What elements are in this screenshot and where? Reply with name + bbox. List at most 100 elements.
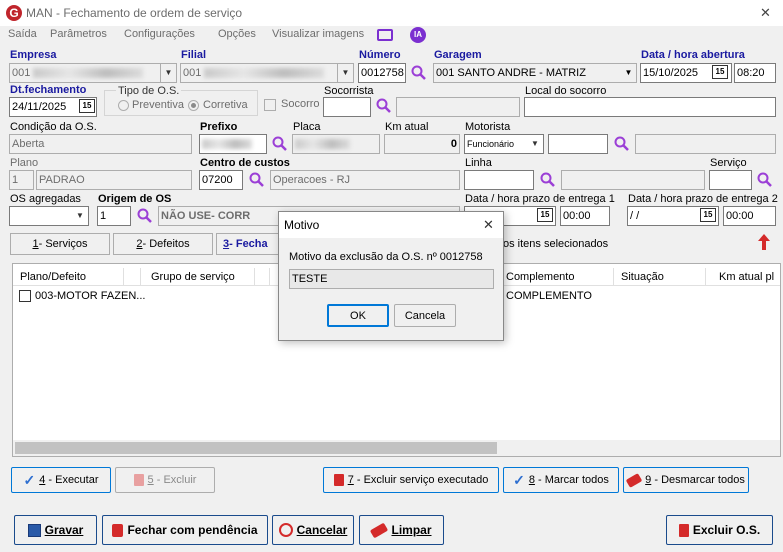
search-icon[interactable] — [614, 136, 630, 152]
col-km-atual[interactable]: Km atual pl — [719, 271, 774, 283]
local-socorro-input[interactable] — [524, 97, 776, 117]
km-input: 0 — [384, 134, 460, 154]
km-label: Km atual — [385, 121, 429, 133]
marcar-todos-button[interactable]: ✓ 8 - Marcar todos — [503, 467, 619, 493]
search-icon[interactable] — [757, 172, 773, 188]
radio-corretiva[interactable] — [188, 100, 199, 111]
chevron-down-icon[interactable]: ▼ — [72, 207, 88, 225]
condicao-label: Condição da O.S. — [10, 121, 97, 133]
calendar-icon[interactable]: 15 — [79, 99, 95, 113]
search-icon[interactable] — [411, 65, 427, 81]
menu-parametros[interactable]: Parâmetros — [50, 28, 107, 40]
socorro-checkbox[interactable] — [264, 99, 276, 111]
col-divider — [705, 268, 706, 286]
origem-os-label: Origem de OS — [98, 193, 172, 205]
dialog-prompt: Motivo da exclusão da O.S. nº 0012758 — [289, 251, 483, 263]
linha-input[interactable] — [464, 170, 534, 190]
horizontal-scrollbar[interactable] — [13, 440, 780, 456]
motivo-input[interactable]: TESTE — [289, 269, 494, 289]
centro-custos-label: Centro de custos — [200, 157, 290, 169]
socorrista-input[interactable] — [323, 97, 371, 117]
chevron-down-icon[interactable]: ▼ — [337, 64, 353, 82]
motorista-combo[interactable]: Funcionário ▼ — [464, 134, 544, 154]
search-icon[interactable] — [540, 172, 556, 188]
check-icon: ✓ — [23, 471, 36, 488]
garagem-combo[interactable]: 001 SANTO ANDRE - MATRIZ — [433, 63, 637, 83]
calendar-icon[interactable]: 15 — [712, 65, 728, 79]
scrollbar-thumb[interactable] — [15, 442, 497, 454]
condicao-input: Aberta — [9, 134, 192, 154]
arrow-up-icon[interactable] — [758, 234, 770, 250]
executar-button[interactable]: ✓ 4 - Executar — [11, 467, 111, 493]
prefixo-label: Prefixo — [200, 121, 238, 133]
hora-abertura-input[interactable]: 08:20 — [734, 63, 776, 83]
chevron-down-icon[interactable]: ▼ — [160, 64, 176, 82]
chevron-down-icon[interactable]: ▼ — [527, 135, 543, 153]
search-icon[interactable] — [137, 208, 153, 224]
linha-label: Linha — [465, 157, 492, 169]
tab-fechamento[interactable]: 3 - Fecha — [216, 233, 286, 255]
excluir-servico-executado-button[interactable]: 7 - Excluir serviço executado — [323, 467, 499, 493]
search-icon[interactable] — [272, 136, 288, 152]
tab-defeitos[interactable]: 2 - Defeitos — [113, 233, 213, 255]
limpar-button[interactable]: Limpar — [359, 515, 444, 545]
radio-preventiva-label: Preventiva — [132, 99, 184, 111]
centro-custos-code[interactable]: 07200 — [199, 170, 243, 190]
motorista-code-input[interactable] — [548, 134, 608, 154]
col-situacao[interactable]: Situação — [621, 271, 664, 283]
motorista-name — [635, 134, 776, 154]
menu-configuracoes[interactable]: Configurações — [124, 28, 195, 40]
menu-opcoes[interactable]: Opções — [218, 28, 256, 40]
col-divider — [123, 268, 124, 286]
numero-input[interactable]: 0012758 — [358, 63, 406, 83]
socorrista-name — [396, 97, 520, 117]
col-divider — [269, 268, 270, 286]
col-complemento[interactable]: Complemento — [506, 271, 574, 283]
cancelar-button[interactable]: Cancelar — [272, 515, 354, 545]
search-icon[interactable] — [376, 98, 392, 114]
data-abertura-label: Data / hora abertura — [641, 49, 745, 61]
empresa-combo[interactable]: 001 ▼ — [9, 63, 177, 83]
menu-bar: Saída Parâmetros Configurações Opções Vi… — [0, 26, 783, 46]
radio-preventiva[interactable] — [118, 100, 129, 111]
calendar-icon[interactable]: 15 — [700, 208, 716, 222]
menu-visualizar-imagens[interactable]: Visualizar imagens — [272, 28, 364, 40]
prazo2-time[interactable]: 00:00 — [723, 206, 776, 226]
desmarcar-todos-button[interactable]: 9 - Desmarcar todos — [623, 467, 749, 493]
motorista-label: Motorista — [465, 121, 511, 133]
trash-icon — [133, 474, 144, 486]
trash-icon — [678, 523, 689, 537]
origem-os-code[interactable]: 1 — [97, 206, 131, 226]
fechar-pendencia-button[interactable]: Fechar com pendência — [102, 515, 268, 545]
cancela-button[interactable]: Cancela — [394, 304, 456, 327]
servico-input[interactable] — [709, 170, 752, 190]
prefixo-input[interactable] — [199, 134, 267, 154]
title-bar: G MAN - Fechamento de ordem de serviço ✕ — [0, 0, 783, 26]
chevron-down-icon[interactable]: ▼ — [621, 64, 636, 82]
save-icon — [27, 523, 41, 537]
plano-name: PADRAO — [36, 170, 192, 190]
gravar-button[interactable]: Gravar — [14, 515, 97, 545]
trash-icon — [333, 474, 344, 486]
ok-button[interactable]: OK — [327, 304, 389, 327]
ia-icon[interactable]: IA — [410, 27, 426, 43]
excluir-button[interactable]: 5 - Excluir — [115, 467, 215, 493]
search-icon[interactable] — [249, 172, 265, 188]
row-checkbox[interactable] — [19, 290, 31, 302]
menu-saida[interactable]: Saída — [8, 28, 37, 40]
filial-combo[interactable]: 001 ▼ — [180, 63, 354, 83]
prazo1-time[interactable]: 00:00 — [560, 206, 610, 226]
dialog-close-icon[interactable]: ✕ — [483, 217, 494, 233]
tab-servicos[interactable]: 1 - Serviços — [10, 233, 110, 255]
close-icon[interactable]: ✕ — [760, 5, 771, 21]
os-agregadas-label: OS agregadas — [10, 193, 81, 205]
motivo-dialog: Motivo ✕ Motivo da exclusão da O.S. nº 0… — [278, 211, 504, 341]
monitor-icon[interactable] — [377, 29, 393, 41]
filial-label: Filial — [181, 49, 207, 61]
linha-name — [561, 170, 705, 190]
calendar-icon[interactable]: 15 — [537, 208, 553, 222]
os-agregadas-combo[interactable]: ▼ — [9, 206, 89, 226]
col-plano-defeito[interactable]: Plano/Defeito — [20, 271, 86, 283]
excluir-os-button[interactable]: Excluir O.S. — [666, 515, 773, 545]
col-grupo-servico[interactable]: Grupo de serviço — [151, 271, 235, 283]
